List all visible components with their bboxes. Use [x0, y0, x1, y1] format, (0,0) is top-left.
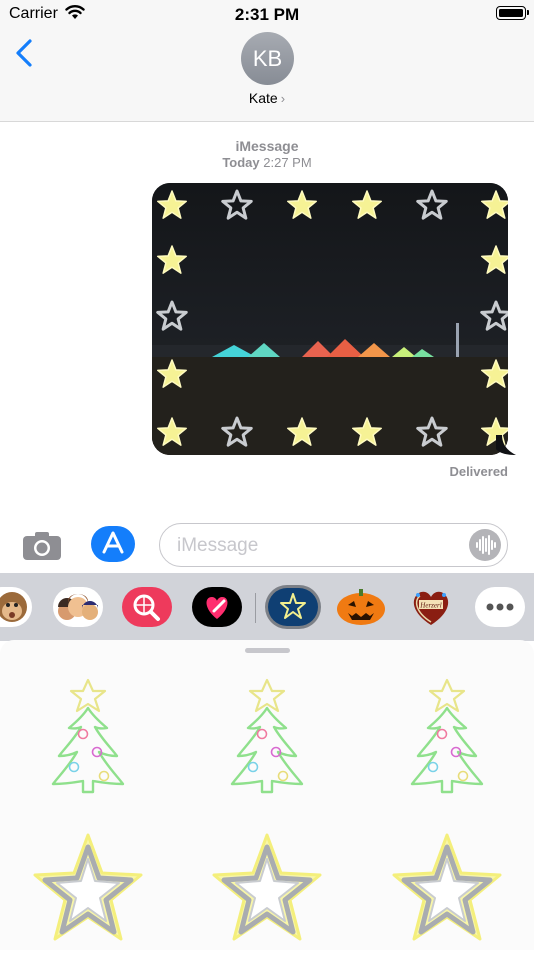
contact-avatar[interactable]: KB [241, 32, 294, 85]
photo-message-bubble[interactable] [152, 183, 516, 455]
camera-button[interactable] [22, 531, 62, 561]
avatar-initials: KB [252, 45, 283, 71]
app-store-button[interactable] [91, 526, 135, 562]
photo-message-image [152, 183, 508, 455]
web-search-icon[interactable] [122, 587, 172, 627]
gingerbread-text: Herzerl [419, 602, 441, 610]
memoji-icon[interactable] [53, 587, 103, 627]
message-input[interactable]: iMessage [159, 523, 508, 567]
star-sticker[interactable] [212, 825, 322, 955]
christmas-tree-sticker[interactable] [392, 668, 502, 798]
chevron-right-icon: › [280, 91, 286, 106]
contact-name-button[interactable]: Kate › [0, 90, 534, 106]
delivery-status: Delivered [449, 464, 508, 479]
audio-message-button[interactable] [469, 529, 501, 561]
star-sticker[interactable] [392, 825, 502, 955]
service-label: iMessage [235, 138, 299, 154]
chevron-left-icon [16, 39, 32, 67]
christmas-tree-sticker[interactable] [212, 668, 322, 798]
pumpkin-app-icon[interactable] [336, 587, 386, 627]
neon-star-app-icon[interactable] [265, 585, 321, 629]
battery-icon [496, 6, 529, 20]
app-store-icon [91, 526, 135, 562]
camera-icon [23, 532, 61, 560]
monkey-animoji-icon[interactable] [0, 587, 32, 627]
waveform-icon [476, 535, 496, 555]
message-input-placeholder: iMessage [177, 535, 259, 556]
contact-name: Kate [248, 90, 278, 106]
conversation-header: Carrier 2:31 PM KB Kate › [0, 0, 534, 122]
app-drawer: Herzerl [0, 573, 534, 641]
christmas-tree-sticker[interactable] [33, 668, 143, 798]
timestamp-time: 2:27 PM [263, 155, 312, 170]
clock: 2:31 PM [234, 5, 300, 24]
message-timestamp: Today 2:27 PM [0, 155, 534, 170]
sticker-panel [0, 640, 534, 950]
star-sticker[interactable] [33, 825, 143, 955]
digital-touch-icon[interactable] [192, 587, 242, 627]
more-apps-icon[interactable] [475, 587, 525, 627]
gingerbread-heart-app-icon[interactable]: Herzerl [406, 587, 456, 627]
bubble-tail [496, 435, 516, 455]
drawer-divider [255, 593, 256, 623]
status-bar: Carrier 2:31 PM [0, 0, 534, 30]
back-button[interactable] [12, 38, 40, 68]
timestamp-day: Today [222, 155, 260, 170]
panel-grabber[interactable] [245, 648, 290, 653]
